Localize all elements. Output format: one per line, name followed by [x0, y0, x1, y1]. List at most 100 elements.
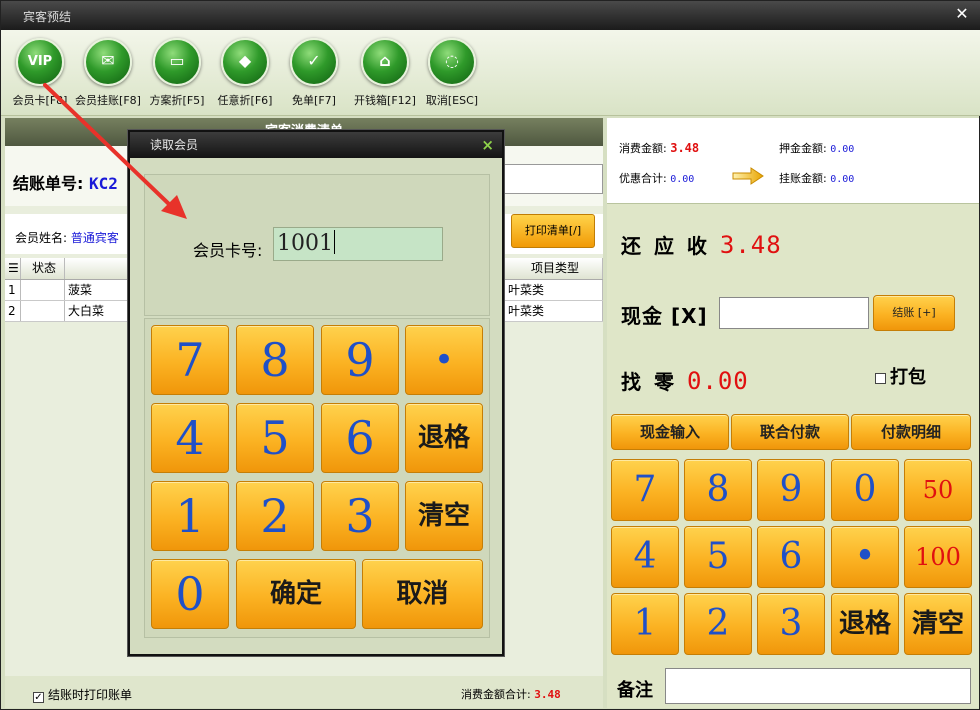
row-index: 2 [5, 301, 21, 321]
cash-drawer-button[interactable]: ⌂ 开钱箱[F12] [350, 38, 420, 114]
print-on-checkout-checkbox[interactable]: ✓ 结账时打印账单 [33, 686, 132, 703]
dialog-key-7[interactable]: 7 [151, 325, 229, 395]
pay-key-7[interactable]: 7 [611, 459, 679, 521]
row-type: 叶菜类 [505, 301, 603, 321]
free-order-button[interactable]: ✓ 免单[F7] [279, 38, 349, 114]
toolbar-label: 取消[ESC] [425, 94, 479, 107]
dialog-confirm-button[interactable]: 确定 [236, 559, 356, 629]
print-list-button[interactable]: 打印清单[/] [511, 214, 595, 248]
checkout-window: 宾客预结 ✕ VIP 会员卡[F8] ✉ 会员挂账[F8] ▭ 方案折[F5] … [0, 0, 980, 710]
total-value: 3.48 [534, 688, 561, 701]
pay-key-backspace[interactable]: 退格 [831, 593, 899, 655]
plan-discount-button[interactable]: ▭ 方案折[F5] [142, 38, 212, 114]
toolbar-label: 方案折[F5] [149, 94, 205, 107]
dialog-key-3[interactable]: 3 [321, 481, 399, 551]
bill-number: KC2 [88, 174, 118, 193]
pay-key-6[interactable]: 6 [757, 526, 825, 588]
vip-card-icon: VIP [16, 38, 64, 86]
pay-key-9[interactable]: 9 [757, 459, 825, 521]
card-number-value: 1001 [277, 231, 333, 256]
dialog-close-button[interactable]: × [481, 132, 494, 158]
grid-header-menu-icon[interactable]: ☰ [5, 258, 21, 279]
tab-cash-input[interactable]: 现金输入 [611, 414, 729, 450]
read-member-dialog: 读取会员 × 会员卡号: 1001 7 8 9 • 4 5 6 退格 1 2 3… [128, 130, 504, 656]
card-number-label: 会员卡号: [193, 241, 263, 260]
title-bar: 宾客预结 ✕ [1, 1, 980, 30]
change-amount: 找 零 0.00 [621, 367, 749, 395]
change-value: 0.00 [686, 367, 749, 395]
dialog-key-0[interactable]: 0 [151, 559, 229, 629]
cash-input[interactable] [719, 297, 869, 329]
guest-name: 普通宾客 [70, 231, 119, 245]
cancel-button[interactable]: ◌ 取消[ESC] [417, 38, 487, 114]
tab-joint-payment[interactable]: 联合付款 [731, 414, 849, 450]
dialog-cancel-button[interactable]: 取消 [362, 559, 483, 629]
toolbar-label: 任意折[F6] [217, 94, 273, 107]
pay-key-dot[interactable]: • [831, 526, 899, 588]
note-label: 备注 [617, 680, 653, 701]
pay-key-100[interactable]: 100 [904, 526, 972, 588]
text-caret [334, 230, 335, 254]
dialog-key-5[interactable]: 5 [236, 403, 314, 473]
deposit-amount: 押金金额: 0.00 [779, 142, 855, 155]
settle-button[interactable]: 结账 [+] [873, 295, 955, 331]
vip-card-button[interactable]: VIP 会员卡[F8] [5, 38, 75, 114]
pay-key-1[interactable]: 1 [611, 593, 679, 655]
dialog-key-dot[interactable]: • [405, 325, 483, 395]
dialog-key-6[interactable]: 6 [321, 403, 399, 473]
pay-key-4[interactable]: 4 [611, 526, 679, 588]
pack-checkbox[interactable]: 打包 [875, 363, 926, 389]
checkbox-unchecked-icon [875, 373, 886, 384]
bill-number-label: 结账单号: KC2 [13, 174, 118, 193]
note-input[interactable] [665, 668, 971, 704]
toolbar-label: 会员挂账[F8] [75, 94, 141, 107]
row-type: 叶菜类 [505, 280, 603, 300]
toolbar-label: 免单[F7] [292, 94, 336, 107]
window-close-button[interactable]: ✕ [951, 4, 973, 24]
toolbar-label: 会员卡[F8] [12, 94, 68, 107]
grid-header-status: 状态 [21, 258, 65, 279]
cash-drawer-icon: ⌂ [361, 38, 409, 86]
arrow-right-icon [732, 167, 764, 185]
pay-key-3[interactable]: 3 [757, 593, 825, 655]
window-title: 宾客预结 [23, 10, 72, 24]
pay-key-50[interactable]: 50 [904, 459, 972, 521]
cash-label: 现金 [X] [621, 304, 708, 328]
pay-key-8[interactable]: 8 [684, 459, 752, 521]
pay-key-2[interactable]: 2 [684, 593, 752, 655]
payment-pane: 消费金额: 3.48 押金金额: 0.00 优惠合计: 0.00 挂账金额: 0… [607, 118, 979, 708]
bill-number-field[interactable] [503, 164, 603, 194]
dialog-key-1[interactable]: 1 [151, 481, 229, 551]
consume-amount: 消费金额: 3.48 [619, 141, 700, 155]
pay-key-5[interactable]: 5 [684, 526, 752, 588]
card-number-input[interactable]: 1001 [273, 227, 443, 261]
row-index: 1 [5, 280, 21, 300]
checkbox-checked-icon: ✓ [33, 692, 44, 703]
dialog-key-clear[interactable]: 清空 [405, 481, 483, 551]
amount-summary: 消费金额: 3.48 押金金额: 0.00 优惠合计: 0.00 挂账金额: 0… [607, 118, 979, 204]
tab-payment-detail[interactable]: 付款明细 [851, 414, 971, 450]
amount-due: 还 应 收 3.48 [621, 231, 782, 259]
dialog-keypad: 7 8 9 • 4 5 6 退格 1 2 3 清空 0 确定 取消 [144, 318, 490, 638]
dialog-key-backspace[interactable]: 退格 [405, 403, 483, 473]
toolbar-label: 开钱箱[F12] [354, 94, 416, 107]
any-discount-button[interactable]: ◆ 任意折[F6] [210, 38, 280, 114]
dialog-key-8[interactable]: 8 [236, 325, 314, 395]
dialog-key-2[interactable]: 2 [236, 481, 314, 551]
any-discount-icon: ◆ [221, 38, 269, 86]
pay-key-clear[interactable]: 清空 [904, 593, 972, 655]
total-amount: 消费金额合计: 3.48 [461, 688, 561, 701]
cancel-icon: ◌ [428, 38, 476, 86]
dialog-key-4[interactable]: 4 [151, 403, 229, 473]
card-input-area: 会员卡号: 1001 [144, 174, 490, 316]
grid-header-type: 项目类型 [505, 258, 603, 279]
guest-label: 会员姓名: 普通宾客 [15, 231, 119, 245]
bill-footer: ✓ 结账时打印账单 消费金额合计: 3.48 [5, 676, 603, 708]
pay-key-0[interactable]: 0 [831, 459, 899, 521]
dialog-title: 读取会员 [150, 138, 199, 152]
member-credit-button[interactable]: ✉ 会员挂账[F8] [73, 38, 143, 114]
plan-discount-icon: ▭ [153, 38, 201, 86]
row-status [21, 280, 65, 300]
dialog-key-9[interactable]: 9 [321, 325, 399, 395]
toolbar: VIP 会员卡[F8] ✉ 会员挂账[F8] ▭ 方案折[F5] ◆ 任意折[F… [1, 30, 980, 116]
